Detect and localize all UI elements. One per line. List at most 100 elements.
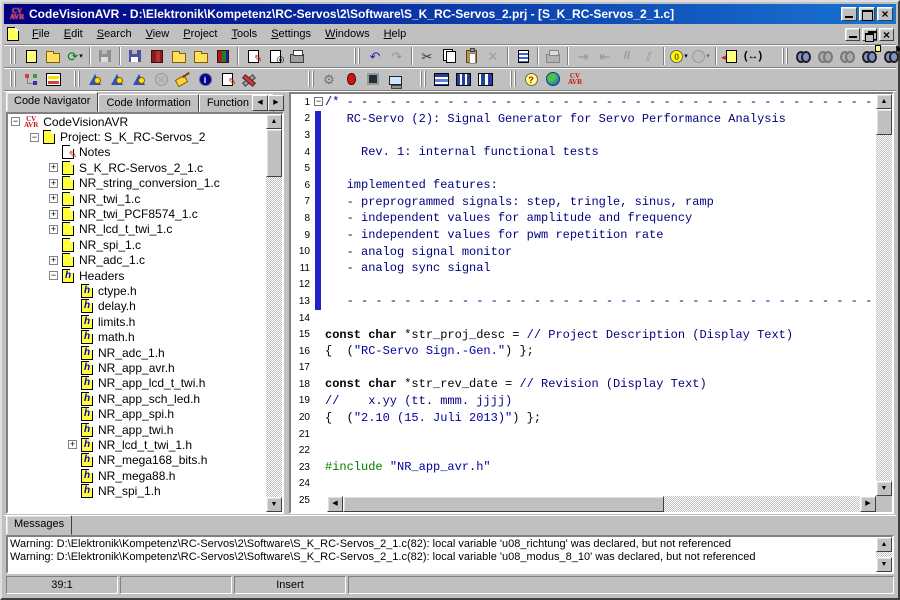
menu-help[interactable]: Help xyxy=(377,25,414,43)
cascade-windows-button[interactable] xyxy=(430,69,452,89)
code-line-6[interactable]: 6 implemented features: xyxy=(291,177,876,194)
undo-button[interactable]: ↶ xyxy=(364,46,386,66)
toolbar-grip[interactable] xyxy=(10,71,17,87)
build-button[interactable] xyxy=(128,69,150,89)
tab-scroll-left[interactable]: ◀ xyxy=(252,95,268,111)
scroll-right-button[interactable]: ▶ xyxy=(860,496,876,512)
menu-windows[interactable]: Windows xyxy=(318,25,377,43)
tree-item-nr-app-sch-led-h[interactable]: hNR_app_sch_led.h xyxy=(8,391,266,406)
code-line-22[interactable]: 22 xyxy=(291,442,876,459)
tree-item-nr-app-twi-h[interactable]: hNR_app_twi.h xyxy=(8,422,266,437)
scroll-left-button[interactable]: ◀ xyxy=(327,496,343,512)
tab-code-navigator[interactable]: Code Navigator xyxy=(6,92,98,112)
maximize-button[interactable] xyxy=(859,7,875,21)
code-navigator-button[interactable] xyxy=(20,69,42,89)
information-button[interactable]: i xyxy=(194,69,216,89)
code-line-1[interactable]: 1−/* - - - - - - - - - - - - - - - - - -… xyxy=(291,94,876,111)
tree-item-notes[interactable]: Notes xyxy=(8,145,266,160)
code-line-24[interactable]: 24 xyxy=(291,476,876,493)
scroll-thumb[interactable] xyxy=(876,109,892,135)
check-syntax-button[interactable] xyxy=(84,69,106,89)
toggle-bookmark-button-dropdown[interactable]: ▾ xyxy=(684,52,688,60)
toolbar-grip[interactable] xyxy=(10,48,17,64)
tree-item-s-k-rc-servos-2-1-c[interactable]: +S_K_RC-Servos_2_1.c xyxy=(8,160,266,175)
tile-vertical-button[interactable] xyxy=(452,69,474,89)
tree-expander[interactable]: + xyxy=(49,194,58,203)
code-line-10[interactable]: 10 - analog signal monitor xyxy=(291,243,876,260)
tree-item-nr-lcd-t-twi-1-c[interactable]: +NR_lcd_t_twi_1.c xyxy=(8,222,266,237)
menu-settings[interactable]: Settings xyxy=(264,25,318,43)
editor-code-area[interactable]: 1−/* - - - - - - - - - - - - - - - - - -… xyxy=(291,94,876,512)
tree-vertical-scrollbar[interactable]: ▲▼ xyxy=(266,114,282,512)
editor-vertical-scrollbar[interactable]: ▲▼ xyxy=(876,94,892,496)
code-line-13[interactable]: 13 - - - - - - - - - - - - - - - - - - -… xyxy=(291,293,876,310)
web-button[interactable] xyxy=(542,69,564,89)
tree-expander[interactable]: + xyxy=(49,256,58,265)
tree-item-delay-h[interactable]: hdelay.h xyxy=(8,299,266,314)
scroll-thumb[interactable] xyxy=(343,496,664,512)
menu-file[interactable]: File xyxy=(25,25,57,43)
ide-settings-button[interactable]: ⚙ xyxy=(318,69,340,89)
toggle-bookmark-button[interactable]: 0▾ xyxy=(668,46,690,66)
code-line-17[interactable]: 17 xyxy=(291,360,876,377)
messages-window-button[interactable] xyxy=(42,69,64,89)
help-button[interactable]: ? xyxy=(520,69,542,89)
tree-item-nr-string-conversion-1-c[interactable]: +NR_string_conversion_1.c xyxy=(8,176,266,191)
tree-item-nr-adc-1-c[interactable]: +NR_adc_1.c xyxy=(8,253,266,268)
menu-edit[interactable]: Edit xyxy=(57,25,90,43)
code-line-16[interactable]: 16{ ("RC-Servo Sign.-Gen.") }; xyxy=(291,343,876,360)
scroll-down-button[interactable]: ▼ xyxy=(876,481,892,496)
tree-expander[interactable]: − xyxy=(11,117,20,126)
reopen-file-button[interactable]: ⟳▾ xyxy=(64,46,86,66)
mdi-close-button[interactable]: × xyxy=(879,28,894,41)
warning-message[interactable]: Warning: D:\Elektronik\Kompetenz\RC-Serv… xyxy=(10,538,876,551)
code-line-8[interactable]: 8 - independent values for amplitude and… xyxy=(291,210,876,227)
about-cvavr-button[interactable]: CVAVR xyxy=(564,69,586,89)
scroll-track[interactable] xyxy=(343,496,860,512)
tree-item-project-s-k-rc-servos-2[interactable]: −Project: S_K_RC-Servos_2 xyxy=(8,129,266,144)
tree-item-nr-app-lcd-t-twi-h[interactable]: hNR_app_lcd_t_twi.h xyxy=(8,376,266,391)
configure-button[interactable] xyxy=(238,69,260,89)
close-button[interactable]: × xyxy=(877,7,893,21)
editor-horizontal-scrollbar[interactable]: ◀▶ xyxy=(327,496,876,512)
open-project-button[interactable] xyxy=(168,46,190,66)
clean-up-button[interactable] xyxy=(172,69,194,89)
replace-button[interactable]: ▶ xyxy=(880,46,900,66)
menu-view[interactable]: View xyxy=(139,25,177,43)
tree-item-nr-adc-1-h[interactable]: hNR_adc_1.h xyxy=(8,345,266,360)
toolbar-grip[interactable] xyxy=(510,71,517,87)
find-in-files-button[interactable] xyxy=(858,46,880,66)
code-line-7[interactable]: 7 - preprogrammed signals: step, tringle… xyxy=(291,194,876,211)
tree-expander[interactable]: + xyxy=(49,179,58,188)
goto-bookmark-button-dropdown[interactable]: ▾ xyxy=(706,52,710,60)
tree-expander[interactable]: + xyxy=(49,210,58,219)
print-button[interactable] xyxy=(286,46,308,66)
code-line-20[interactable]: 20{ ("2.10 (15. Juli 2013)") }; xyxy=(291,409,876,426)
edit-notes-button[interactable] xyxy=(216,69,238,89)
mdi-minimize-button[interactable] xyxy=(845,28,860,41)
tree-item-nr-app-spi-h[interactable]: hNR_app_spi.h xyxy=(8,406,266,421)
tree-item-nr-app-avr-h[interactable]: hNR_app_avr.h xyxy=(8,360,266,375)
menu-tools[interactable]: Tools xyxy=(225,25,265,43)
fold-collapse-icon[interactable]: − xyxy=(314,97,323,106)
toolbar-grip[interactable] xyxy=(782,48,789,64)
code-line-2[interactable]: 2 RC-Servo (2): Signal Generator for Ser… xyxy=(291,111,876,128)
toolbar-grip[interactable] xyxy=(74,71,81,87)
tree-item-headers[interactable]: −hHeaders xyxy=(8,268,266,283)
tree-item-nr-mega168-bits-h[interactable]: hNR_mega168_bits.h xyxy=(8,453,266,468)
tree-expander[interactable]: − xyxy=(30,133,39,142)
save-file-as-button[interactable] xyxy=(124,46,146,66)
library-button[interactable] xyxy=(212,46,234,66)
mdi-restore-button[interactable] xyxy=(862,28,877,41)
select-all-button[interactable] xyxy=(512,46,534,66)
code-line-4[interactable]: 4 Rev. 1: internal functional tests xyxy=(291,144,876,161)
reopen-file-button-dropdown[interactable]: ▾ xyxy=(79,52,83,60)
tree-item-nr-spi-1-c[interactable]: NR_spi_1.c xyxy=(8,237,266,252)
new-file-button[interactable] xyxy=(20,46,42,66)
tree-expander[interactable]: + xyxy=(49,225,58,234)
title-bar[interactable]: CVAVR CodeVisionAVR - D:\Elektronik\Komp… xyxy=(4,4,896,24)
match-braces-button[interactable]: (↔) xyxy=(742,46,764,66)
paste-button[interactable] xyxy=(460,46,482,66)
toolbar-grip[interactable] xyxy=(308,71,315,87)
tree-expander[interactable]: − xyxy=(49,271,58,280)
